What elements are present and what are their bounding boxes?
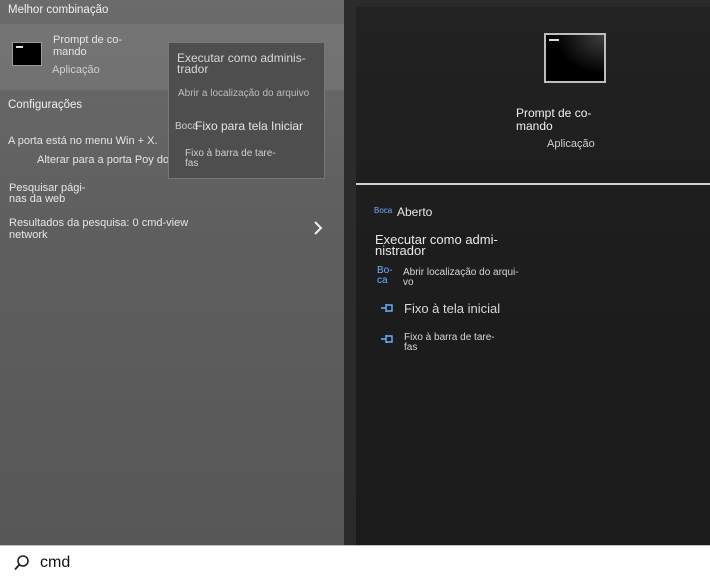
preview-divider [356,183,710,185]
search-bar[interactable]: cmd [0,545,710,579]
chevron-right-icon[interactable] [312,218,324,238]
action-pin-start[interactable]: Fixo à tela inicial [404,301,500,316]
ctx-run-admin-line2[interactable]: trador [177,62,208,76]
results-line2[interactable]: network [9,229,48,241]
ctx-pin-taskbar-line2[interactable]: fas [185,158,198,169]
command-prompt-icon-large [544,33,606,83]
best-match-title-line1: Prompt de co- [53,34,123,46]
pin-icon [380,333,396,348]
magnifier-icon [13,554,31,572]
search-input[interactable]: cmd [40,554,70,572]
preview-card: Prompt de co- mando Aplicação Boca Abert… [356,7,710,545]
action-run-admin-line2[interactable]: nistrador [375,243,426,258]
ctx-open-location[interactable]: Abrir a localização do arquivo [178,88,309,99]
action-open-location-line2[interactable]: vo [403,277,414,288]
ctx-pin-taskbar-line1[interactable]: Fixo à barra de tare- [185,148,276,159]
action-open-location-line1[interactable]: Abrir localização do arqui- [403,267,519,278]
action-pin-taskbar-line1[interactable]: Fixo à barra de tare- [404,332,495,343]
action-pin-taskbar-line2[interactable]: fas [404,342,417,353]
command-prompt-icon [12,42,42,66]
pin-icon [380,302,396,317]
action-open-location-prefix-line2: ca [377,275,388,286]
preview-panel: Prompt de co- mando Aplicação Boca Abert… [344,0,710,545]
ctx-pin-start[interactable]: Fixo para tela Iniciar [195,119,303,133]
settings-header: Configurações [8,99,83,111]
best-match-title-line2: mando [53,46,87,58]
context-menu: Executar como adminis- trador Abrir a lo… [168,42,325,179]
results-line1[interactable]: Resultados da pesquisa: 0 cmd-view [9,217,188,229]
web-search-line2[interactable]: nas da web [9,193,65,205]
action-open-prefix: Boca [374,206,393,215]
preview-title-line2: mando [516,119,553,133]
best-match-subtitle: Aplicação [52,64,100,76]
preview-subtitle: Aplicação [547,138,595,150]
preview-title-line1: Prompt de co- [516,106,592,120]
search-results-panel: Melhor combinação Prompt de co- mando Ap… [0,0,344,545]
settings-item-winx[interactable]: A porta está no menu Win + X. [8,135,158,147]
action-open[interactable]: Aberto [397,205,432,219]
best-match-header: Melhor combinação [8,4,109,16]
